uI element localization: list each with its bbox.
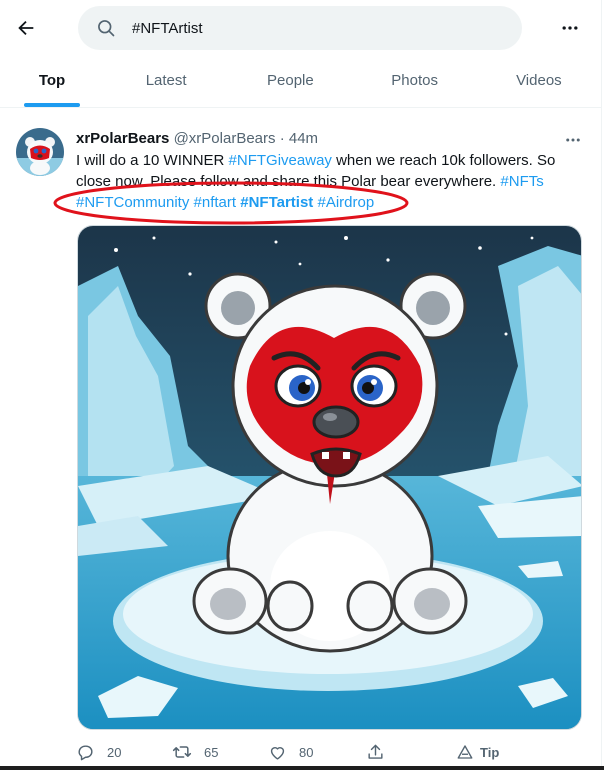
red-annotation-ellipse xyxy=(53,181,409,225)
window-bottom-edge xyxy=(0,766,604,770)
tweet-media-image[interactable] xyxy=(77,225,582,730)
more-horizontal-icon xyxy=(562,26,578,30)
tab-videos[interactable]: Videos xyxy=(477,54,601,107)
separator-dot: · xyxy=(279,130,285,147)
retweet-count: 65 xyxy=(204,744,219,760)
reply-count: 20 xyxy=(107,744,122,760)
like-count: 80 xyxy=(299,744,314,760)
reply-icon xyxy=(78,744,93,760)
tweet-header: xrPolarBears @xrPolarBears · 44m xyxy=(76,130,318,147)
avatar[interactable] xyxy=(16,128,64,176)
back-button[interactable] xyxy=(8,10,44,46)
retweet-button[interactable]: 65 xyxy=(172,740,218,764)
hashtag-nftgiveaway[interactable]: #NFTGiveaway xyxy=(229,152,332,169)
heart-icon xyxy=(270,746,285,760)
hashtag-nfts[interactable]: #NFTs xyxy=(500,173,543,190)
tip-icon xyxy=(457,745,473,759)
search-tabs: Top Latest People Photos Videos xyxy=(0,54,601,108)
tab-latest[interactable]: Latest xyxy=(104,54,228,107)
more-options-button[interactable] xyxy=(552,10,588,46)
column-border xyxy=(601,0,602,770)
share-icon xyxy=(368,744,383,759)
tab-top[interactable]: Top xyxy=(0,54,104,107)
tip-button[interactable]: Tip xyxy=(456,740,499,764)
tweet-timestamp[interactable]: 44m xyxy=(289,130,318,147)
tab-photos[interactable]: Photos xyxy=(353,54,477,107)
tip-label: Tip xyxy=(480,744,500,760)
polar-bear-illustration xyxy=(78,226,581,729)
tweet-text-part: I will do a 10 WINNER xyxy=(76,152,229,169)
tweet-more-button[interactable] xyxy=(558,128,588,152)
search-icon xyxy=(98,20,115,37)
share-button[interactable] xyxy=(366,740,385,764)
author-handle[interactable]: @xrPolarBears xyxy=(174,130,276,147)
tweet-actions: 20 65 80 Tip xyxy=(76,740,588,764)
search-box[interactable] xyxy=(78,6,522,50)
tab-people[interactable]: People xyxy=(228,54,352,107)
polar-bear-avatar-image xyxy=(16,128,64,176)
more-horizontal-icon xyxy=(566,138,580,142)
reply-button[interactable]: 20 xyxy=(76,740,121,764)
like-button[interactable]: 80 xyxy=(268,740,313,764)
arrow-left-icon xyxy=(18,20,34,36)
retweet-icon xyxy=(172,746,192,758)
search-input[interactable] xyxy=(132,19,492,37)
author-name[interactable]: xrPolarBears xyxy=(76,130,169,147)
